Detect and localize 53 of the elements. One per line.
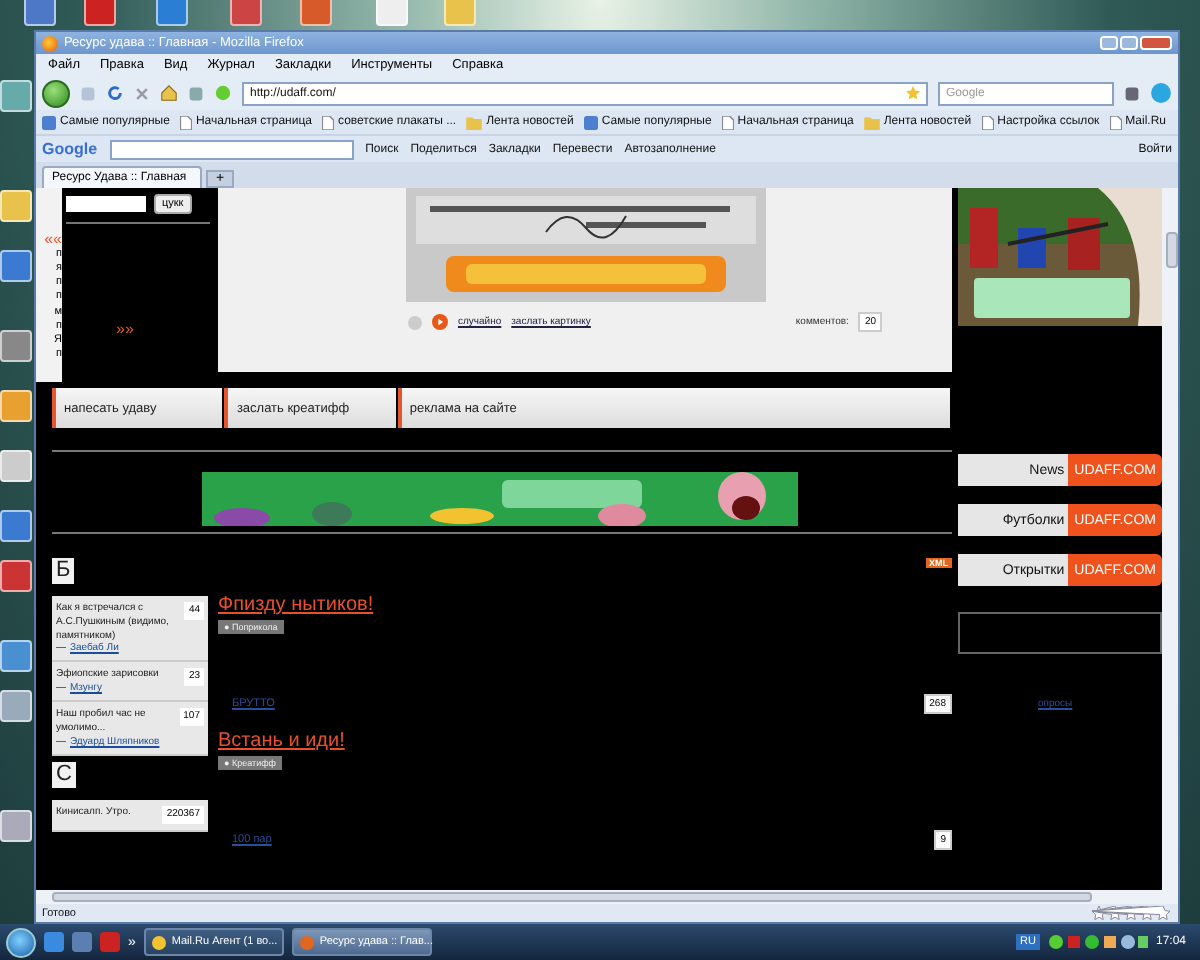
reload-icon[interactable] bbox=[106, 84, 124, 102]
site-search-field[interactable] bbox=[66, 196, 146, 212]
forward-button-icon[interactable] bbox=[80, 85, 96, 101]
article-title[interactable]: Встань и иди! bbox=[218, 730, 345, 752]
page-icon bbox=[322, 115, 334, 129]
toolbar-icon[interactable] bbox=[1150, 82, 1172, 104]
desktop-icon[interactable] bbox=[0, 450, 32, 482]
star-icon[interactable] bbox=[906, 86, 920, 100]
desktop-icon[interactable] bbox=[0, 250, 32, 282]
folder-icon bbox=[863, 115, 880, 129]
desktop-icon[interactable] bbox=[0, 80, 32, 112]
tray-icons[interactable] bbox=[1047, 934, 1148, 950]
page-icon bbox=[721, 115, 734, 129]
play-button-icon[interactable] bbox=[432, 314, 448, 330]
previous-button-icon[interactable] bbox=[408, 315, 422, 329]
desktop-icon[interactable] bbox=[0, 690, 32, 722]
desktop-icon[interactable] bbox=[0, 190, 32, 222]
desktop-icon[interactable] bbox=[84, 0, 116, 26]
horizontal-scrollbar[interactable] bbox=[36, 890, 1178, 904]
stop-icon[interactable] bbox=[134, 85, 150, 101]
feed-icon bbox=[583, 115, 598, 129]
article-title[interactable]: Фпизду нытиков! bbox=[218, 594, 374, 616]
close-button[interactable] bbox=[1140, 36, 1172, 50]
feed-icon bbox=[42, 115, 56, 129]
desktop-icon[interactable] bbox=[0, 510, 32, 542]
desktop-icon[interactable] bbox=[0, 330, 32, 362]
desktop-icon[interactable] bbox=[0, 390, 32, 422]
folder-icon bbox=[466, 115, 483, 129]
desktop-icon[interactable] bbox=[0, 640, 32, 672]
browser-logo-icon bbox=[42, 35, 58, 51]
start-button[interactable] bbox=[6, 927, 36, 957]
desktop-icon[interactable] bbox=[0, 560, 32, 592]
google-search-field[interactable] bbox=[109, 139, 354, 159]
home-icon[interactable] bbox=[160, 84, 178, 102]
minimize-button[interactable] bbox=[1100, 36, 1118, 50]
desktop-icon[interactable] bbox=[0, 810, 32, 842]
page-icon bbox=[1109, 115, 1122, 129]
maximize-button[interactable] bbox=[1120, 36, 1138, 50]
desktop-icon[interactable] bbox=[444, 0, 476, 26]
desktop-icon[interactable] bbox=[72, 932, 92, 952]
section-heading: С bbox=[52, 761, 76, 788]
page-icon bbox=[179, 115, 192, 129]
vertical-scrollbar[interactable] bbox=[1162, 188, 1178, 890]
desktop-icon[interactable] bbox=[156, 0, 188, 26]
grid-icon[interactable] bbox=[1124, 85, 1140, 101]
desktop-icon[interactable] bbox=[300, 0, 332, 26]
desktop-icon[interactable] bbox=[230, 0, 262, 26]
section-heading: Б bbox=[52, 558, 75, 585]
google-logo: Google bbox=[42, 140, 98, 158]
back-button[interactable] bbox=[42, 79, 70, 107]
desktop-icon[interactable] bbox=[24, 0, 56, 26]
page-icon bbox=[981, 115, 994, 129]
forward-mark[interactable]: »» bbox=[116, 322, 214, 338]
